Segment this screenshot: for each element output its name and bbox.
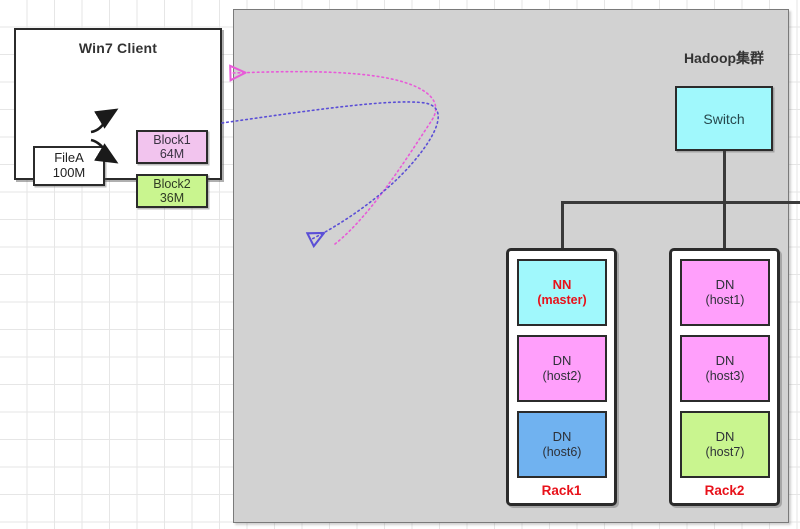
diagram-canvas: Hadoop集群 NN:NameNode DN:DataNode Rack:机架…	[0, 0, 800, 529]
arrow-namenode-to-client-response	[232, 72, 437, 245]
connector-overlay	[90, 0, 439, 529]
arrow-filea-to-block2	[90, 138, 119, 164]
arrow-client-to-namenode-request	[221, 101, 439, 239]
arrow-filea-to-block1	[90, 108, 119, 134]
